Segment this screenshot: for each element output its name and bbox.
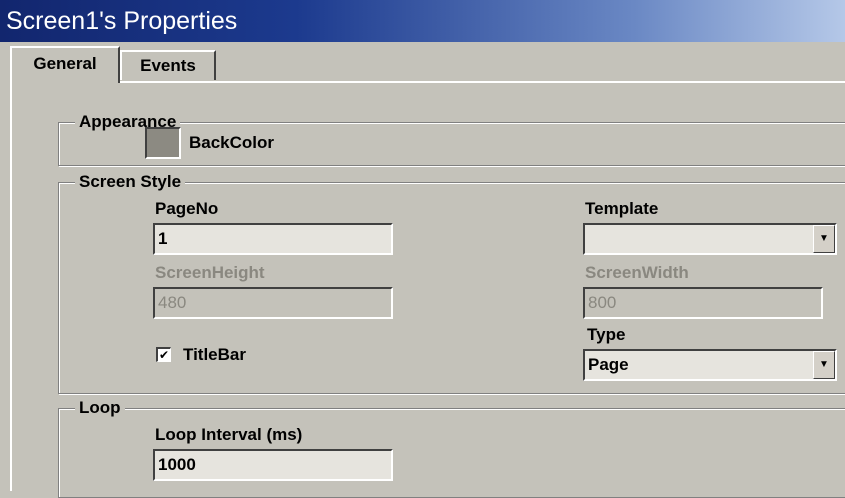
- titlebar-checkbox[interactable]: ✔: [156, 347, 171, 362]
- appearance-group: Appearance BackColor: [58, 111, 845, 166]
- screen-style-group: Screen Style PageNo 1 Template ▼ ScreenH…: [58, 171, 845, 394]
- loop-interval-input[interactable]: 1000: [153, 449, 393, 481]
- checkmark-icon: ✔: [158, 348, 170, 362]
- backcolor-label: BackColor: [189, 133, 275, 152]
- tab-events[interactable]: Events: [120, 50, 216, 80]
- chevron-down-icon[interactable]: ▼: [813, 225, 835, 253]
- window-title: Screen1's Properties: [0, 0, 845, 42]
- template-select[interactable]: ▼: [583, 223, 837, 255]
- type-label: Type: [587, 325, 626, 344]
- screen-height-input: 480: [153, 287, 393, 319]
- chevron-down-icon[interactable]: ▼: [813, 351, 835, 379]
- backcolor-swatch[interactable]: [145, 127, 181, 159]
- screen-height-label: ScreenHeight: [155, 263, 265, 282]
- type-select[interactable]: Page ▼: [583, 349, 837, 381]
- pageno-input[interactable]: 1: [153, 223, 393, 255]
- general-panel: Appearance BackColor Screen Style PageNo…: [10, 81, 845, 498]
- tab-general[interactable]: General: [10, 46, 120, 83]
- titlebar-label: TitleBar: [183, 345, 246, 364]
- loop-interval-label: Loop Interval (ms): [155, 425, 303, 444]
- screen-style-legend: Screen Style: [75, 171, 186, 193]
- pageno-label: PageNo: [155, 199, 219, 218]
- screen-width-input: 800: [583, 287, 823, 319]
- template-label: Template: [585, 199, 659, 218]
- screen-width-label: ScreenWidth: [585, 263, 689, 282]
- loop-legend: Loop: [75, 397, 125, 419]
